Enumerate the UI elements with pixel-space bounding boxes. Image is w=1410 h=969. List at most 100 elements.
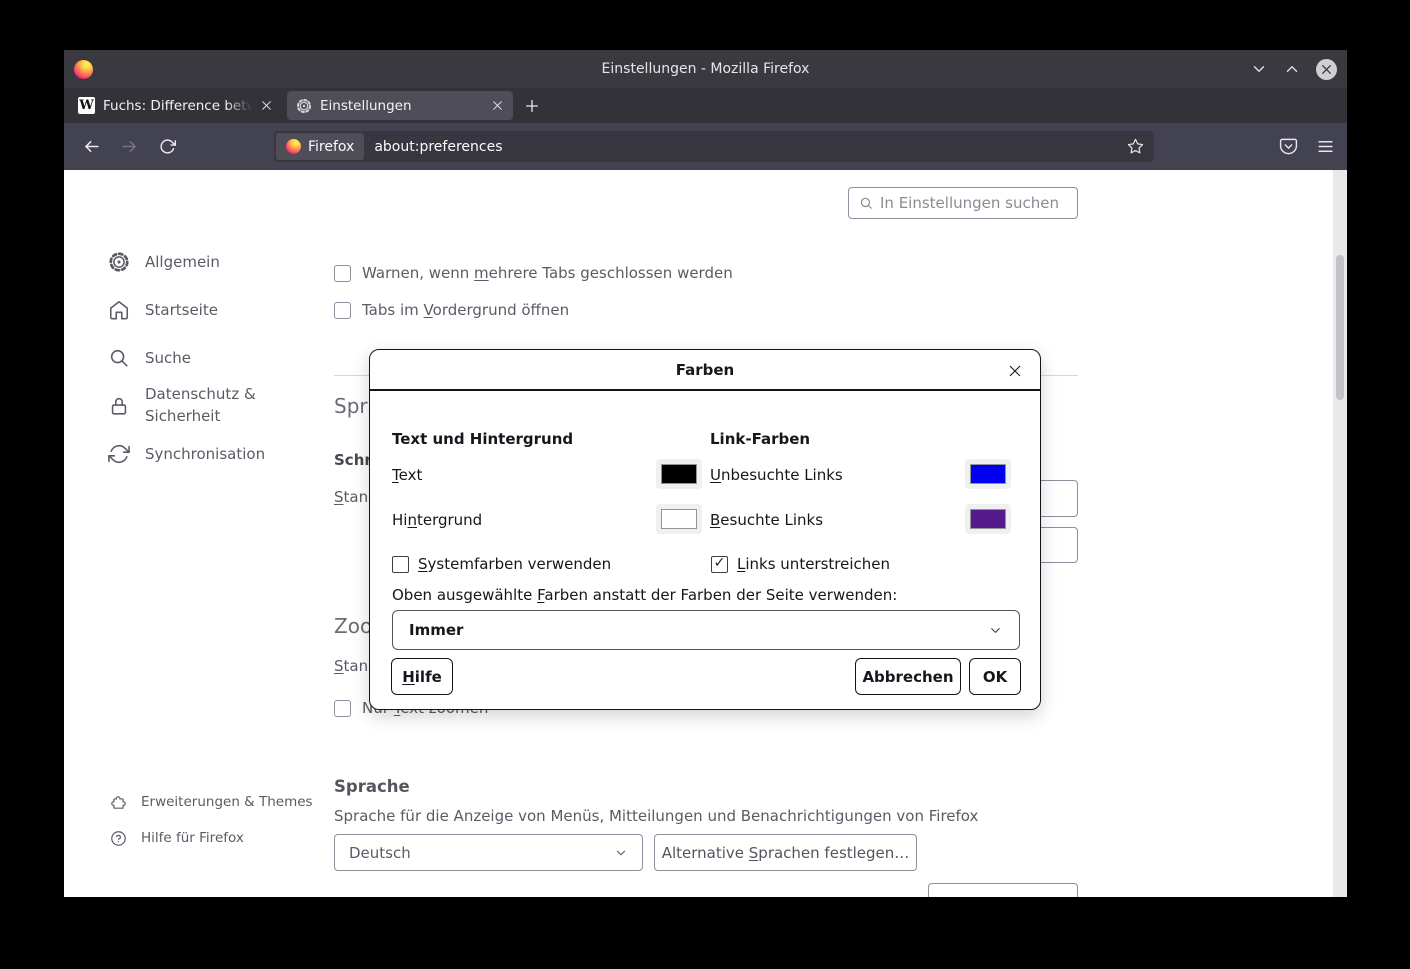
minimize-icon[interactable] [1250, 60, 1268, 78]
unvisited-links-swatch-button[interactable] [965, 459, 1011, 489]
checkbox-label: Tabs im Vordergrund öffnen [362, 301, 569, 319]
firefox-logo-icon [74, 60, 93, 79]
help-icon [110, 830, 127, 847]
sidebar-label: Synchronisation [145, 445, 265, 463]
underline-links-checkbox-row[interactable]: Links unterstreichen [711, 555, 890, 573]
checkbox-row-warn-tabs[interactable]: Warnen, wenn mehrere Tabs geschlossen we… [334, 264, 733, 282]
back-icon[interactable] [76, 132, 106, 162]
lock-icon [108, 395, 130, 417]
close-window-icon[interactable] [1316, 59, 1337, 80]
pocket-icon[interactable] [1279, 137, 1298, 156]
override-colors-label: Oben ausgewählte Farben anstatt der Farb… [392, 586, 897, 604]
checkbox-label: Links unterstreichen [737, 555, 890, 573]
sidebar-item-suche[interactable]: Suche [108, 334, 275, 382]
color-swatch [661, 509, 697, 529]
sidebar: Allgemein Startseite Suche [108, 238, 275, 478]
help-button[interactable]: Hilfe [391, 658, 453, 695]
tab-settings[interactable]: Einstellungen [287, 91, 513, 120]
site-identity-chip[interactable]: Firefox [276, 133, 364, 160]
tab-bar: W Fuchs: Difference between Einstellunge… [64, 88, 1347, 123]
search-icon [108, 347, 130, 369]
sidebar-label: Suche [145, 349, 191, 367]
checkbox-label: Warnen, wenn mehrere Tabs geschlossen we… [362, 264, 733, 282]
select-value: Immer [409, 621, 463, 639]
checkbox-row-foreground-tabs[interactable]: Tabs im Vordergrund öffnen [334, 301, 569, 319]
url-text: about:preferences [374, 139, 502, 155]
scrollbar-thumb[interactable] [1336, 255, 1344, 400]
text-color-swatch-button[interactable] [656, 459, 702, 489]
sidebar-item-erweiterungen[interactable]: Erweiterungen & Themes [110, 784, 313, 820]
close-tab-icon[interactable] [491, 99, 504, 112]
sidebar-label: Startseite [145, 301, 218, 319]
tab-label: Fuchs: Difference between [103, 98, 252, 114]
close-tab-icon[interactable] [260, 99, 273, 112]
puzzle-icon [110, 794, 127, 811]
language-select[interactable]: Deutsch [334, 834, 643, 871]
text-color-label: Text [392, 466, 422, 484]
button-label: Hilfe [402, 668, 442, 686]
sidebar-item-synchronisation[interactable]: Synchronisation [108, 430, 275, 478]
settings-page: In Einstellungen suchen Allgemein [64, 170, 1347, 897]
unvisited-links-label: Unbesuchte Links [710, 466, 843, 484]
link-colors-heading: Link-Farben [710, 430, 810, 448]
visited-links-label: Besuchte Links [710, 511, 823, 529]
new-tab-button[interactable] [518, 92, 546, 120]
checkbox[interactable] [334, 700, 351, 717]
sidebar-label: Datenschutz & Sicherheit [145, 384, 275, 428]
sidebar-label: Allgemein [145, 253, 220, 271]
firefox-window: Einstellungen - Mozilla Firefox W Fuchs:… [64, 50, 1347, 897]
cancel-button[interactable]: Abbrechen [855, 658, 961, 695]
sidebar-item-allgemein[interactable]: Allgemein [108, 238, 275, 286]
checkbox[interactable] [334, 265, 351, 282]
language-heading: Sprache [334, 777, 410, 796]
bookmark-star-icon[interactable] [1127, 138, 1144, 155]
color-swatch [661, 464, 697, 484]
sidebar-item-datenschutz[interactable]: Datenschutz & Sicherheit [108, 382, 275, 430]
ok-button[interactable]: OK [969, 658, 1021, 695]
checkbox[interactable] [334, 302, 351, 319]
background-color-label: Hintergrund [392, 511, 482, 529]
color-swatch [970, 509, 1006, 529]
navigation-toolbar: Firefox about:preferences [64, 123, 1347, 170]
checkbox[interactable] [711, 556, 728, 573]
firefox-icon [286, 139, 301, 154]
gear-icon [296, 98, 312, 114]
button-label: Alternative Sprachen festlegen… [662, 844, 910, 862]
menu-icon[interactable] [1316, 137, 1335, 156]
home-icon [108, 299, 130, 321]
chevron-down-icon [614, 846, 628, 860]
forward-icon[interactable] [114, 132, 144, 162]
colors-dialog: Farben Text und Hintergrund Link-Farben … [369, 349, 1041, 710]
wikipedia-icon: W [78, 97, 95, 114]
tab-label: Einstellungen [320, 98, 483, 114]
checkbox[interactable] [392, 556, 409, 573]
chip-label: Firefox [308, 139, 354, 155]
visited-links-swatch-button[interactable] [965, 504, 1011, 534]
sidebar-footer: Erweiterungen & Themes Hilfe für Firefox [110, 784, 313, 856]
color-swatch [970, 464, 1006, 484]
override-colors-select[interactable]: Immer [392, 610, 1020, 650]
chevron-down-icon [988, 623, 1003, 638]
maximize-icon[interactable] [1283, 60, 1301, 78]
footer-label: Erweiterungen & Themes [141, 794, 313, 810]
tab-wikipedia[interactable]: W Fuchs: Difference between [69, 91, 282, 120]
sidebar-item-hilfe[interactable]: Hilfe für Firefox [110, 820, 313, 856]
language-select-value: Deutsch [349, 844, 411, 862]
url-bar[interactable]: Firefox about:preferences [274, 131, 1154, 162]
titlebar: Einstellungen - Mozilla Firefox [64, 50, 1347, 88]
sidebar-item-startseite[interactable]: Startseite [108, 286, 275, 334]
window-title: Einstellungen - Mozilla Firefox [64, 61, 1347, 77]
alternative-languages-button[interactable]: Alternative Sprachen festlegen… [654, 834, 917, 871]
system-colors-checkbox-row[interactable]: Systemfarben verwenden [392, 555, 611, 573]
reload-icon[interactable] [152, 132, 182, 162]
sync-icon [108, 443, 130, 465]
partial-button[interactable] [928, 883, 1078, 897]
background-color-swatch-button[interactable] [656, 504, 702, 534]
dialog-header: Farben [370, 350, 1040, 391]
close-dialog-icon[interactable] [1002, 358, 1027, 383]
text-background-heading: Text und Hintergrund [392, 430, 573, 448]
desktop-background: Einstellungen - Mozilla Firefox W Fuchs:… [0, 0, 1410, 969]
footer-label: Hilfe für Firefox [141, 830, 244, 846]
scrollbar-track[interactable] [1333, 170, 1347, 897]
gear-icon [108, 251, 130, 273]
